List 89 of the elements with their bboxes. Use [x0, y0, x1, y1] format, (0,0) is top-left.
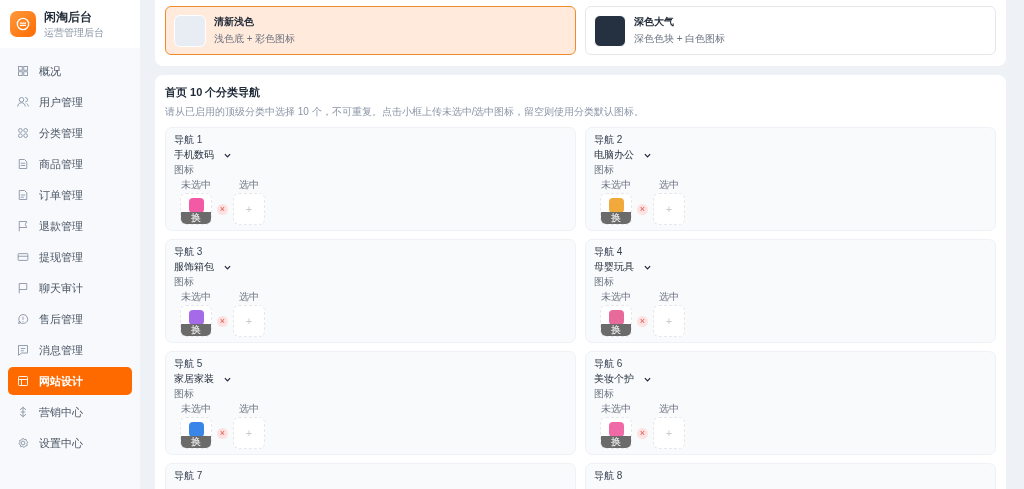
nav-title: 导航 3 — [174, 245, 204, 259]
selected-label: 选中 — [239, 402, 259, 416]
sidebar-item[interactable]: 营销中心 — [8, 398, 132, 426]
unselected-label: 未选中 — [601, 290, 631, 304]
sidebar-item[interactable]: 用户管理 — [8, 88, 132, 116]
nav-title: 导航 8 — [594, 469, 624, 483]
selected-label: 选中 — [239, 178, 259, 192]
icon-thumbnail[interactable]: 换 — [180, 305, 212, 337]
chevron-down-icon — [644, 152, 651, 158]
sidebar-item[interactable]: 网站设计 — [8, 367, 132, 395]
nav-title: 导航 1 — [174, 133, 204, 147]
remove-button[interactable]: × — [637, 316, 648, 327]
sidebar-item[interactable]: 商品管理 — [8, 150, 132, 178]
menu-item-icon — [17, 189, 29, 201]
icon-thumbnail[interactable]: 换 — [600, 193, 632, 225]
theme-option[interactable]: 清新浅色 浅色底 + 彩色图标 — [165, 6, 576, 55]
sidebar-item[interactable]: 消息管理 — [8, 336, 132, 364]
chevron-down-icon — [224, 264, 231, 270]
replace-button[interactable]: 换 — [601, 324, 631, 336]
category-dropdown[interactable]: 家居家装 — [174, 372, 231, 386]
menu-item-icon — [17, 65, 29, 77]
sidebar-item[interactable]: 概况 — [8, 57, 132, 85]
icon-label: 图标 — [174, 387, 195, 401]
sidebar-item[interactable]: 聊天审计 — [8, 274, 132, 302]
replace-button[interactable]: 换 — [601, 436, 631, 448]
replace-button[interactable]: 换 — [181, 324, 211, 336]
menu-item-icon — [17, 127, 29, 139]
menu-item-icon — [17, 251, 29, 263]
icon-thumbnail[interactable]: 换 — [600, 417, 632, 449]
sidebar-item[interactable]: 设置中心 — [8, 429, 132, 457]
selected-label: 选中 — [239, 290, 259, 304]
nav-title: 导航 5 — [174, 357, 204, 371]
icon-label: 图标 — [594, 387, 615, 401]
replace-button[interactable]: 换 — [181, 212, 211, 224]
menu-item-icon — [17, 406, 29, 418]
icon-label: 图标 — [174, 163, 195, 177]
unselected-label: 未选中 — [601, 178, 631, 192]
menu-item-icon — [17, 375, 29, 387]
replace-button[interactable]: 换 — [181, 436, 211, 448]
sidebar-item[interactable]: 分类管理 — [8, 119, 132, 147]
menu-item-icon — [17, 282, 29, 294]
remove-button[interactable]: × — [217, 428, 228, 439]
icon-label: 图标 — [594, 275, 615, 289]
unselected-label: 未选中 — [181, 290, 211, 304]
selected-label: 选中 — [659, 178, 679, 192]
menu-item-icon — [17, 96, 29, 108]
selected-label: 选中 — [659, 402, 679, 416]
logo-icon — [10, 11, 36, 37]
category-dropdown[interactable]: 手机数码 — [174, 148, 231, 162]
unselected-label: 未选中 — [601, 402, 631, 416]
remove-button[interactable]: × — [217, 204, 228, 215]
unselected-label: 未选中 — [181, 178, 211, 192]
sidebar-item[interactable]: 退款管理 — [8, 212, 132, 240]
chevron-down-icon — [224, 152, 231, 158]
sidebar-item[interactable]: 售后管理 — [8, 305, 132, 333]
menu-item-icon — [17, 437, 29, 449]
icon-thumbnail[interactable]: 换 — [180, 417, 212, 449]
nav-title: 导航 4 — [594, 245, 624, 259]
menu-item-icon — [17, 158, 29, 170]
nav-title: 导航 2 — [594, 133, 624, 147]
section-description: 请从已启用的顶级分类中选择 10 个，不可重复。点击小框上传未选中/选中图标，留空则使用分类默认图标。 — [165, 105, 646, 119]
brand-subtitle: 运营管理后台 — [44, 25, 104, 40]
brand-title: 闲淘后台 — [44, 8, 93, 26]
icon-label: 图标 — [594, 163, 615, 177]
icon-thumbnail[interactable]: 换 — [180, 193, 212, 225]
remove-button[interactable]: × — [637, 428, 648, 439]
icon-thumbnail[interactable]: 换 — [600, 305, 632, 337]
category-dropdown[interactable]: 母婴玩具 — [594, 260, 651, 274]
remove-button[interactable]: × — [217, 316, 228, 327]
sidebar-item[interactable]: 订单管理 — [8, 181, 132, 209]
chevron-down-icon — [644, 376, 651, 382]
unselected-label: 未选中 — [181, 402, 211, 416]
chevron-down-icon — [224, 376, 231, 382]
remove-button[interactable]: × — [637, 204, 648, 215]
section-title: 首页 10 个分类导航 — [165, 85, 262, 100]
menu-item-icon — [17, 220, 29, 232]
selected-label: 选中 — [659, 290, 679, 304]
category-dropdown[interactable]: 服饰箱包 — [174, 260, 231, 274]
icon-label: 图标 — [174, 275, 195, 289]
chevron-down-icon — [644, 264, 651, 270]
sidebar-item[interactable]: 提现管理 — [8, 243, 132, 271]
nav-title: 导航 6 — [594, 357, 624, 371]
menu-item-icon — [17, 344, 29, 356]
category-dropdown[interactable]: 美妆个护 — [594, 372, 651, 386]
category-dropdown[interactable]: 电脑办公 — [594, 148, 651, 162]
nav-title: 导航 7 — [174, 469, 204, 483]
theme-option[interactable]: 深色大气 深色色块 + 白色图标 — [585, 6, 996, 55]
menu-item-icon — [17, 313, 29, 325]
replace-button[interactable]: 换 — [601, 212, 631, 224]
